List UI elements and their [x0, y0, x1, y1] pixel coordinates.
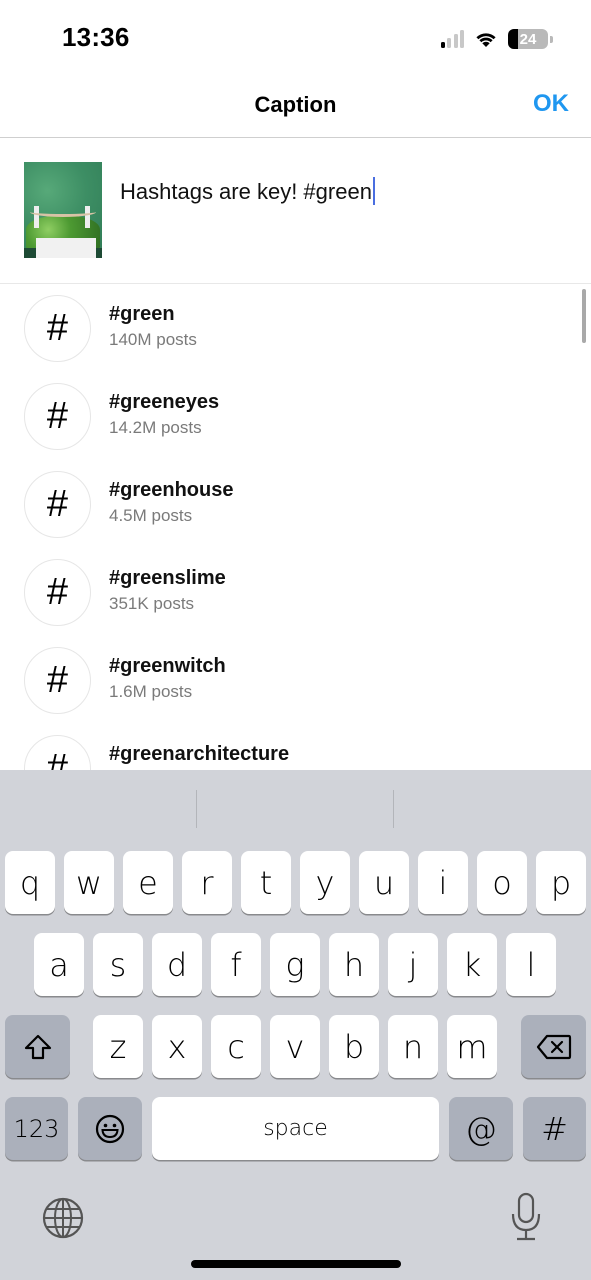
key-y[interactable]: y — [300, 851, 350, 914]
key-z[interactable]: z — [93, 1015, 143, 1078]
hashtag-name: #greenhouse — [109, 479, 234, 501]
microphone-icon — [511, 1192, 541, 1241]
hashtag-icon: # — [24, 647, 91, 714]
key-e[interactable]: e — [123, 851, 173, 914]
key-b[interactable]: b — [329, 1015, 379, 1078]
battery-icon: 24 — [508, 29, 548, 49]
key-u[interactable]: u — [359, 851, 409, 914]
wifi-icon — [476, 33, 496, 47]
hashtag-name: #greenarchitecture — [109, 743, 290, 765]
dictation-button[interactable] — [510, 1192, 542, 1247]
space-key[interactable]: space — [152, 1097, 439, 1160]
keyboard: qwertyuiop asdfghjkl zxcvbnm 123 space @… — [0, 770, 591, 1280]
key-a[interactable]: a — [34, 933, 84, 996]
key-o[interactable]: o — [477, 851, 527, 914]
hashtag-post-count: 1.6M posts — [109, 682, 193, 701]
hashtag-suggestion[interactable]: # #greeneyes 14.2M posts — [0, 373, 575, 461]
shift-key[interactable] — [5, 1015, 70, 1078]
battery-percent: 24 — [519, 30, 537, 48]
key-k[interactable]: k — [447, 933, 497, 996]
key-w[interactable]: w — [64, 851, 114, 914]
globe-icon — [42, 1197, 84, 1239]
key-s[interactable]: s — [93, 933, 143, 996]
key-j[interactable]: j — [388, 933, 438, 996]
key-g[interactable]: g — [270, 933, 320, 996]
hashtag-icon: # — [24, 383, 91, 450]
nav-bar: Caption OK — [0, 78, 591, 138]
shift-icon — [24, 1034, 51, 1059]
backspace-icon — [536, 1034, 571, 1059]
hashtag-post-count: 4.5M posts — [109, 506, 193, 525]
hashtag-post-count: 351K posts — [109, 594, 195, 613]
scrollbar[interactable] — [582, 289, 586, 343]
emoji-icon — [95, 1114, 125, 1143]
globe-button[interactable] — [42, 1197, 84, 1244]
key-l[interactable]: l — [506, 933, 556, 996]
hashtag-post-count: 14.2M posts — [109, 418, 202, 437]
hashtag-suggestion[interactable]: # #greenarchitecture — [0, 725, 575, 770]
hashtag-icon: # — [24, 559, 91, 626]
key-i[interactable]: i — [418, 851, 468, 914]
status-bar: 13:36 24 — [0, 0, 591, 78]
prediction-separator — [196, 790, 197, 828]
hashtag-suggestion[interactable]: # #green 140M posts — [0, 285, 575, 373]
hashtag-name: #greenwitch — [109, 655, 226, 677]
hashtag-name: #green — [109, 303, 175, 325]
thumbnail-detail — [30, 207, 96, 217]
page-title: Caption — [254, 92, 337, 117]
key-x[interactable]: x — [152, 1015, 202, 1078]
caption-input[interactable]: Hashtags are key! #green — [120, 177, 376, 205]
hashtag-name: #greeneyes — [109, 391, 220, 413]
key-q[interactable]: q — [5, 851, 55, 914]
key-m[interactable]: m — [447, 1015, 497, 1078]
hashtag-post-count: 140M posts — [109, 330, 197, 349]
hashtag-icon: # — [24, 471, 91, 538]
hashtag-suggestion-list[interactable]: # #green 140M posts # #greeneyes 14.2M p… — [0, 285, 591, 770]
hashtag-suggestion[interactable]: # #greenslime 351K posts — [0, 549, 575, 637]
numbers-key[interactable]: 123 — [5, 1097, 68, 1160]
cellular-signal-icon — [440, 30, 464, 48]
hashtag-suggestion[interactable]: # #greenwitch 1.6M posts — [0, 637, 575, 725]
key-v[interactable]: v — [270, 1015, 320, 1078]
hashtag-icon: # — [24, 735, 91, 770]
text-caret — [372, 177, 376, 205]
status-icons: 24 — [440, 26, 553, 52]
key-f[interactable]: f — [211, 933, 261, 996]
at-key[interactable]: @ — [449, 1097, 513, 1160]
key-p[interactable]: p — [536, 851, 586, 914]
ok-button[interactable]: OK — [533, 90, 569, 118]
home-indicator[interactable] — [191, 1260, 401, 1268]
key-c[interactable]: c — [211, 1015, 261, 1078]
key-h[interactable]: h — [329, 933, 379, 996]
emoji-key[interactable] — [78, 1097, 142, 1160]
caption-composer: Hashtags are key! #green — [0, 139, 591, 284]
key-r[interactable]: r — [182, 851, 232, 914]
hashtag-suggestion[interactable]: # #greenhouse 4.5M posts — [0, 461, 575, 549]
thumbnail-detail — [36, 238, 96, 258]
battery-tip — [550, 35, 553, 43]
prediction-separator — [393, 790, 394, 828]
caption-input-value: Hashtags are key! #green — [120, 179, 372, 204]
hashtag-name: #greenslime — [109, 567, 226, 589]
hash-key[interactable]: # — [523, 1097, 586, 1160]
post-thumbnail — [24, 162, 102, 258]
backspace-key[interactable] — [521, 1015, 586, 1078]
key-t[interactable]: t — [241, 851, 291, 914]
status-time: 13:36 — [62, 22, 130, 52]
hashtag-icon: # — [24, 295, 91, 362]
key-n[interactable]: n — [388, 1015, 438, 1078]
key-d[interactable]: d — [152, 933, 202, 996]
